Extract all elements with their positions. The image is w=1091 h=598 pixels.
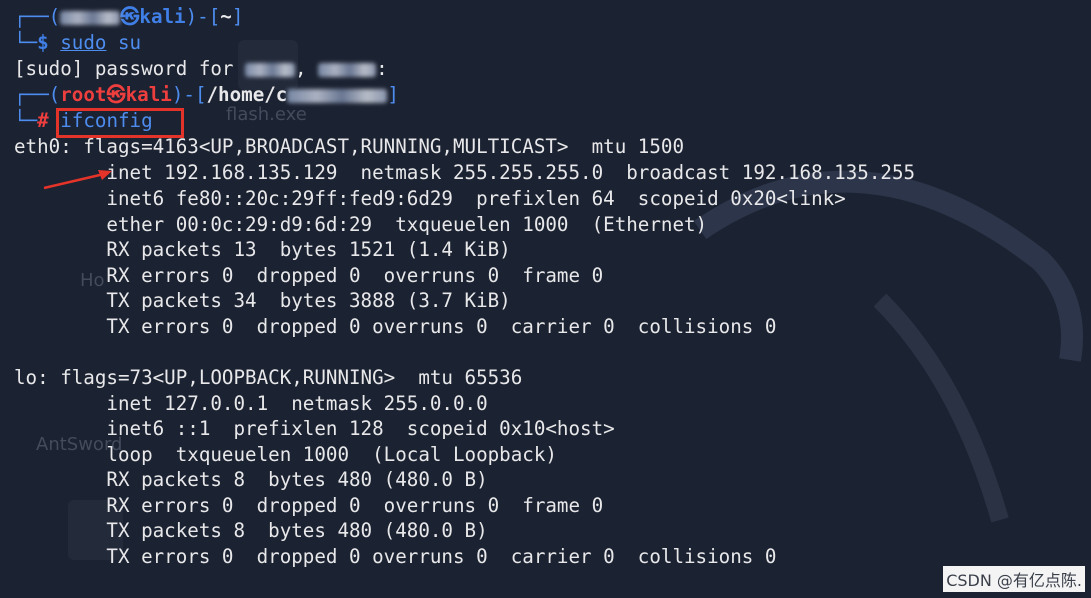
output-line: TX packets 34 bytes 3888 (3.7 KiB) <box>14 289 511 312</box>
prompt-cwd-open: )-[ <box>171 83 207 106</box>
output-line: inet 192.168.135.129 netmask 255.255.255… <box>14 161 916 184</box>
output-line: inet6 ::1 prefixlen 128 scopeid 0x10<hos… <box>14 417 615 440</box>
output-line: inet 127.0.0.1 netmask 255.0.0.0 <box>14 392 488 415</box>
sudo-suffix: : <box>376 57 388 80</box>
redacted-username <box>245 62 296 77</box>
prompt-corner: ┌──( <box>14 83 61 106</box>
sudo-separator: , <box>295 57 307 80</box>
output-line: RX errors 0 dropped 0 overruns 0 frame 0 <box>14 494 604 517</box>
prompt-corner: └─ <box>14 31 38 54</box>
output-line: lo: flags=73<UP,LOOPBACK,RUNNING> mtu 65… <box>14 366 523 389</box>
prompt-user-line: ┌──( ㉿kali)-[~] <box>14 4 243 30</box>
output-line: RX errors 0 dropped 0 overruns 0 frame 0 <box>14 264 604 287</box>
command-args: su <box>106 31 142 54</box>
output-line: TX errors 0 dropped 0 overruns 0 carrier… <box>14 315 777 338</box>
prompt-symbol: $ <box>37 31 49 54</box>
output-line: RX packets 8 bytes 480 (480.0 B) <box>14 468 488 491</box>
output-line: ether 00:0c:29:d9:6d:29 txqueuelen 1000 … <box>14 213 708 236</box>
output-line: loop txqueuelen 1000 (Local Loopback) <box>14 443 557 466</box>
kali-at-icon: ㉿ <box>106 83 126 106</box>
sudo-password-prompt: [sudo] password for , : <box>14 56 388 82</box>
output-line: TX packets 8 bytes 480 (480.0 B) <box>14 519 488 542</box>
redacted-username <box>318 62 377 77</box>
output-line: TX errors 0 dropped 0 overruns 0 carrier… <box>14 545 777 568</box>
prompt-user-root: root <box>60 83 107 106</box>
prompt-user-line: ┌──(root㉿kali)-[/home/c] <box>14 82 399 108</box>
prompt-cwd: ~ <box>220 5 232 28</box>
command-sudo: sudo <box>60 31 107 54</box>
prompt-cwd-close: ] <box>231 5 244 28</box>
redacted-username <box>60 10 121 25</box>
redacted-path <box>287 88 388 103</box>
sudo-prefix: [sudo] password for <box>14 57 246 80</box>
command-line: └─$ sudo su <box>14 30 141 56</box>
prompt-cwd-open: )-[ <box>185 5 221 28</box>
prompt-cwd-close: ] <box>387 83 399 106</box>
prompt-host: kali <box>139 5 186 28</box>
kali-at-icon: ㉿ <box>120 5 140 28</box>
output-line: inet6 fe80::20c:29ff:fed9:6d29 prefixlen… <box>14 187 846 210</box>
prompt-corner: ┌──( <box>14 5 61 28</box>
prompt-symbol: # <box>37 109 49 132</box>
csdn-watermark: CSDN @有亿点陈. <box>943 566 1085 592</box>
highlight-box <box>56 108 184 138</box>
prompt-host: kali <box>125 83 172 106</box>
kali-dragon-tail <box>873 293 1009 523</box>
output-line: RX packets 13 bytes 1521 (1.4 KiB) <box>14 238 511 261</box>
prompt-corner: └─ <box>14 109 38 132</box>
prompt-cwd: /home/c <box>206 83 288 106</box>
